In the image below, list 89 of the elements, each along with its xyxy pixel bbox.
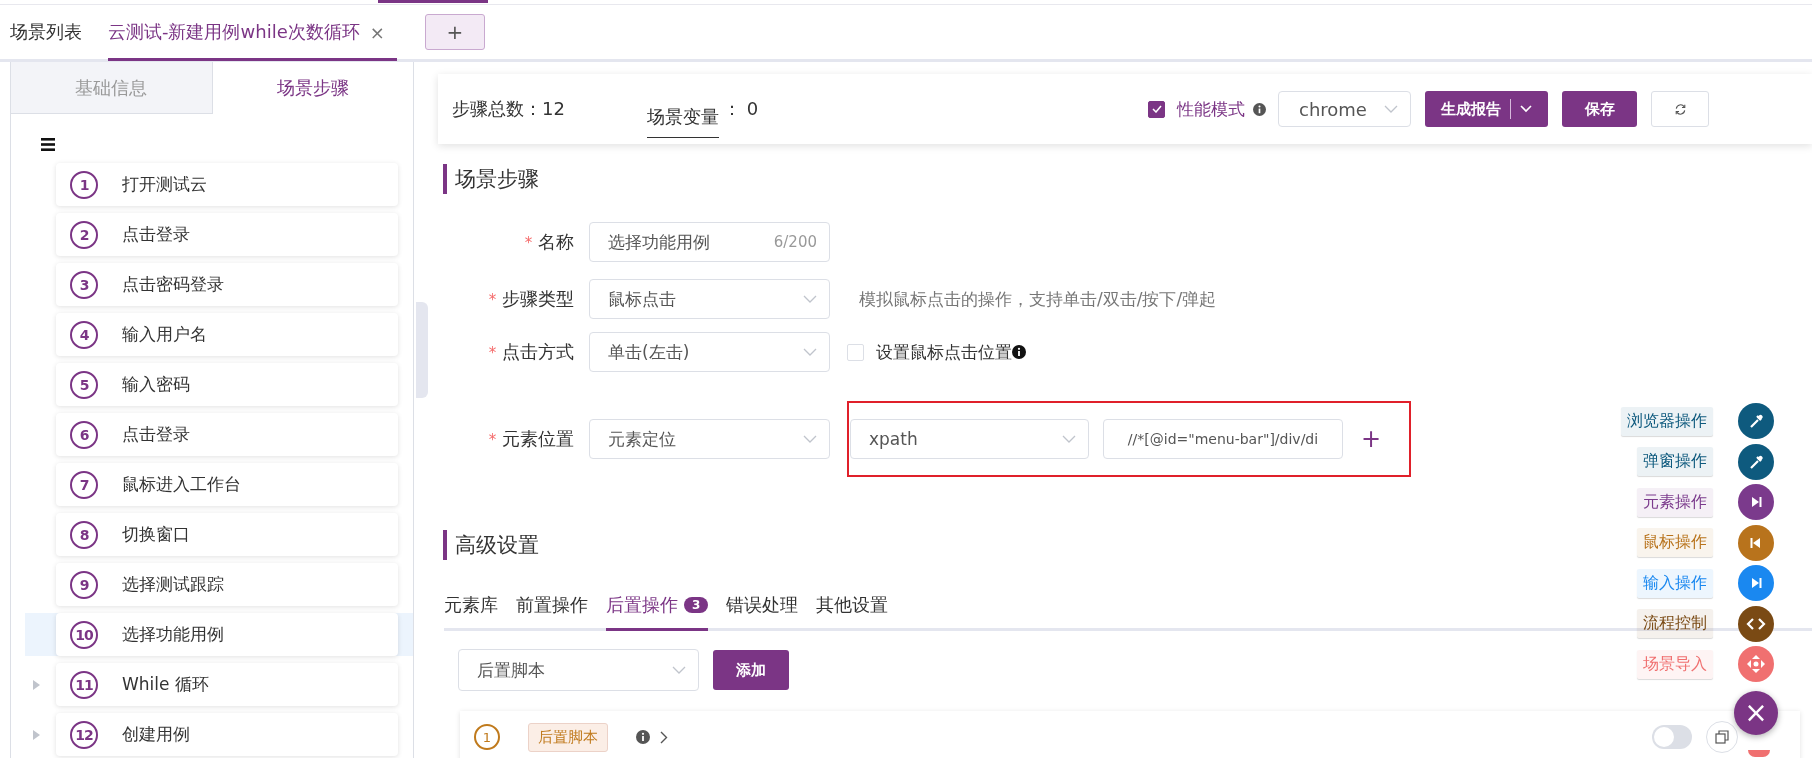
action-label[interactable]: 流程控制 — [1637, 609, 1713, 638]
step-label: 选择功能用例 — [122, 623, 224, 646]
add-button[interactable]: + — [1361, 425, 1382, 453]
settings-tab[interactable]: 元素库 — [444, 582, 498, 631]
add-button[interactable]: 添加 — [713, 650, 789, 690]
step-number: 3 — [70, 270, 98, 299]
chevron-icon[interactable] — [660, 730, 668, 744]
skip-next-icon[interactable] — [1738, 565, 1774, 601]
field-label: * 点击方式 — [487, 340, 574, 364]
step-label: 输入密码 — [122, 373, 190, 396]
action-label[interactable]: 浏览器操作 — [1621, 406, 1713, 436]
step-label: 创建用例 — [122, 723, 190, 746]
chevron-down-icon — [1384, 105, 1398, 113]
step-number: 5 — [70, 370, 98, 399]
step-label: While 循环 — [122, 673, 209, 696]
menu-icon[interactable] — [41, 138, 55, 151]
report-button[interactable]: 生成报告 — [1425, 91, 1548, 127]
script-select[interactable]: 后置脚本 — [458, 649, 699, 691]
skip-back-icon[interactable] — [1738, 524, 1774, 561]
step-number: 1 — [70, 170, 98, 199]
action-label[interactable]: 弹窗操作 — [1637, 447, 1713, 476]
chevron-down-icon — [672, 666, 686, 674]
info-icon[interactable] — [1253, 102, 1266, 116]
step-number: 4 — [70, 320, 98, 349]
toggle-switch[interactable] — [1652, 725, 1692, 749]
select-field[interactable]: 鼠标点击 — [589, 279, 830, 319]
field-label: * 元素位置 — [487, 427, 574, 451]
step-number: 8 — [70, 520, 98, 549]
delete-button[interactable] — [1748, 750, 1770, 757]
step-number: 6 — [70, 420, 98, 449]
code-icon[interactable] — [1738, 605, 1774, 642]
settings-tab[interactable]: 后置操作 3 — [606, 582, 709, 631]
chevron-down-icon — [803, 348, 817, 356]
info-icon[interactable] — [636, 730, 650, 744]
variables-count: ： 0 — [722, 97, 759, 121]
hint-text: 模拟鼠标点击的操作，支持单击/双击/按下/弹起 — [859, 287, 1217, 311]
checkbox[interactable] — [1148, 100, 1165, 118]
script-number: 1 — [474, 724, 500, 750]
add-tab-button[interactable]: + — [424, 14, 485, 50]
step-number: 12 — [70, 720, 98, 749]
checkbox-label: 性能模式 — [1177, 97, 1245, 121]
step-label: 点击登录 — [122, 223, 190, 246]
refresh-icon — [1673, 102, 1687, 116]
chevron-down-icon — [1062, 435, 1076, 443]
section-title: 场景步骤 — [443, 164, 1812, 194]
step-label: 点击密码登录 — [122, 273, 224, 296]
action-label[interactable]: 元素操作 — [1637, 487, 1713, 517]
skip-next-icon[interactable] — [1738, 484, 1774, 520]
step-number: 10 — [70, 620, 98, 649]
pipette-icon[interactable] — [1738, 443, 1774, 480]
count-badge: 3 — [684, 597, 709, 613]
chevron-down-icon — [803, 435, 817, 443]
checkbox-label: 设置鼠标点击位置 — [876, 340, 1012, 364]
pipette-icon[interactable] — [1738, 403, 1774, 439]
variables-link[interactable]: 场景变量 — [646, 96, 719, 138]
browser-select[interactable]: chrome — [1278, 91, 1411, 127]
select-field[interactable]: 单击(左击) — [589, 332, 830, 372]
script-tag: 后置脚本 — [528, 722, 608, 752]
action-label[interactable]: 鼠标操作 — [1637, 528, 1713, 557]
collapse-handle[interactable] — [416, 302, 428, 398]
step-number: 11 — [70, 670, 98, 699]
select-field[interactable]: 元素定位 — [589, 419, 830, 459]
copy-icon — [1715, 730, 1729, 744]
step-number: 7 — [70, 470, 98, 499]
settings-tab[interactable]: 错误处理 — [726, 582, 799, 631]
chevron-down-icon — [1520, 105, 1532, 113]
field-label: * 名称 — [523, 230, 574, 254]
step-number: 2 — [70, 220, 98, 249]
chevron-down-icon — [803, 295, 817, 303]
step-label: 选择测试跟踪 — [122, 573, 224, 596]
step-label: 点击登录 — [122, 423, 190, 446]
step-number: 9 — [70, 570, 98, 599]
settings-tab[interactable]: 前置操作 — [516, 582, 588, 631]
locator-field[interactable]: //*[@id="menu-bar"]/div/di — [1103, 419, 1343, 459]
field-label: * 步骤类型 — [487, 287, 574, 311]
strategy-select[interactable]: xpath — [850, 419, 1089, 459]
close-icon[interactable]: × — [369, 21, 385, 43]
settings-tab[interactable]: 其他设置 — [816, 582, 889, 631]
step-label: 鼠标进入工作台 — [122, 473, 241, 496]
step-label: 输入用户名 — [122, 323, 207, 346]
close-button[interactable]: × — [1734, 690, 1778, 735]
check-icon — [1151, 105, 1162, 113]
step-label: 切换窗口 — [122, 523, 190, 546]
info-icon[interactable] — [1012, 345, 1026, 359]
name-field[interactable]: 选择功能用例 6/200 — [589, 222, 830, 262]
step-total: 步骤总数：12 — [452, 97, 565, 121]
scene-tab[interactable]: 场景列表 — [10, 6, 94, 61]
save-button[interactable]: 保存 — [1562, 91, 1637, 127]
step-label: 打开测试云 — [122, 173, 207, 196]
